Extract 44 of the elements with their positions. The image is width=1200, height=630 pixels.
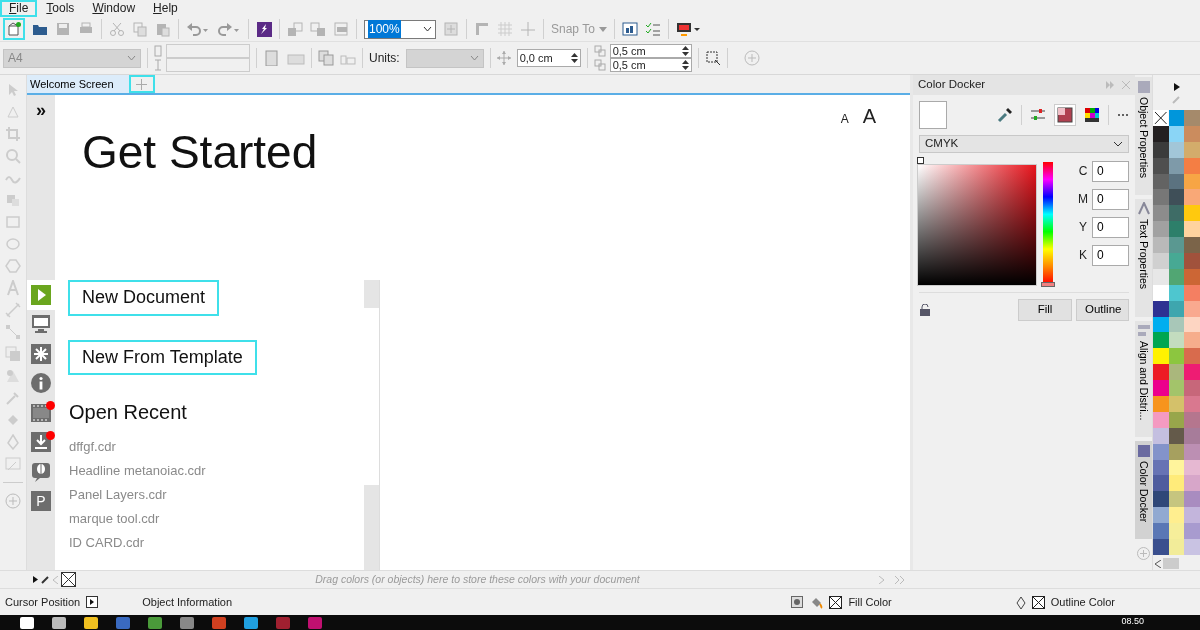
channel-label: M [1078, 191, 1088, 208]
smaller-text-button[interactable]: A [840, 110, 849, 128]
fill-status: Fill Color [848, 594, 892, 610]
menu-item[interactable]: Help [144, 0, 187, 17]
clock-time: 08.50 [1121, 615, 1144, 626]
units-label: Units: [369, 50, 400, 67]
zoom-dropdown[interactable]: 100% [364, 19, 436, 39]
status-label: Cursor Position [5, 594, 81, 610]
recent-file-link[interactable]: ID CARD.cdr [68, 533, 364, 558]
docker-tab[interactable]: Color Docker [1135, 440, 1152, 539]
outline-status: Outline Color [1050, 594, 1115, 610]
recent-file-link[interactable]: Headline metanoiac.cdr [68, 461, 364, 486]
recent-file-link[interactable]: dffgf.cdr [68, 437, 364, 462]
recent-file-link[interactable]: marque tool.cdr [68, 509, 364, 534]
docker-title: Color Docker [918, 77, 986, 93]
duplicate-x-field[interactable]: 0,5 cm [609, 44, 692, 58]
channel-field[interactable]: 0 [1092, 244, 1129, 266]
channel-field[interactable]: 0 [1092, 216, 1129, 238]
channel-field[interactable]: 0 [1092, 160, 1129, 182]
menu-item[interactable]: Window [83, 0, 145, 17]
action-link[interactable]: New From Template [68, 339, 257, 376]
drop-hint: Drag colors (or objects) here to store these colors with your document [314, 571, 641, 587]
menu-item[interactable]: Tools [37, 0, 84, 17]
docker-tab[interactable]: Text Properties [1135, 198, 1152, 317]
recent-file-link[interactable]: Panel Layers.cdr [68, 485, 364, 510]
menu-item[interactable]: File [0, 0, 38, 17]
larger-text-button[interactable]: A [862, 101, 876, 131]
channel-label: K [1078, 247, 1088, 264]
color-model-dropdown[interactable]: CMYK [919, 135, 1129, 153]
channel-field[interactable]: 0 [1092, 188, 1129, 210]
status-label: Object Information [142, 594, 233, 610]
docker-tab[interactable]: Align and Distri... [1135, 320, 1152, 437]
page-title: Get Started [82, 127, 319, 178]
channel-label: Y [1078, 219, 1088, 236]
channel-label: C [1078, 163, 1088, 180]
docker-tab[interactable]: Object Properties [1135, 77, 1152, 195]
outline-button[interactable]: Outline [1076, 299, 1129, 321]
duplicate-y-field[interactable]: 0,5 cm [609, 58, 692, 72]
action-link[interactable]: New Document [68, 280, 220, 316]
expand-button[interactable]: » [36, 101, 46, 119]
section-heading: Open Recent [69, 400, 188, 426]
document-tab[interactable]: Welcome Screen [27, 75, 129, 93]
nudge-field[interactable]: 0,0 cm [516, 49, 581, 67]
fill-button[interactable]: Fill [1018, 299, 1072, 321]
